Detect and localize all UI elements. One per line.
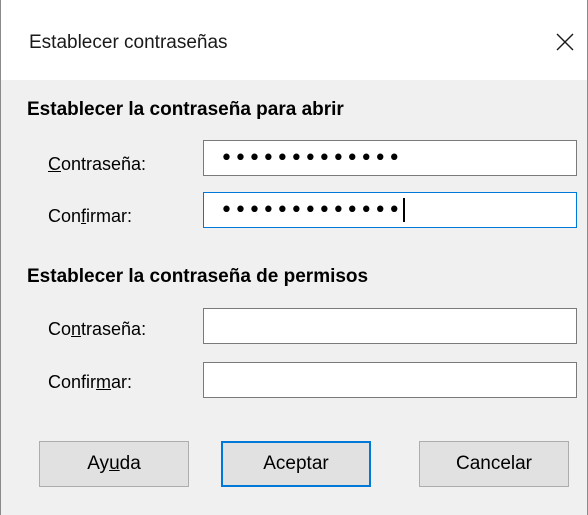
cancel-button-label: Cancelar (455, 453, 533, 474)
set-passwords-dialog: Establecer contraseñas Establecer la con… (0, 0, 588, 515)
cancel-button[interactable]: Cancelar (419, 441, 569, 487)
close-icon (556, 33, 574, 51)
permissions-password-section-title: Establecer la contraseña de permisos (27, 266, 369, 287)
permissions-confirm-input[interactable] (203, 362, 577, 398)
dialog-title: Establecer contraseñas (29, 32, 228, 53)
open-confirm-input[interactable]: ••••••••••••• (203, 192, 577, 228)
permissions-password-input[interactable] (203, 308, 577, 344)
open-password-input[interactable]: ••••••••••••• (203, 140, 577, 176)
open-password-section-title: Establecer la contraseña para abrir (27, 99, 344, 120)
open-confirm-label: Confirmar: (48, 206, 133, 226)
ok-button[interactable]: Aceptar (221, 441, 371, 487)
permissions-password-label: Contraseña: (48, 319, 147, 339)
close-button[interactable] (543, 20, 587, 64)
title-bar: Establecer contraseñas (1, 0, 587, 80)
open-password-value: ••••••••••••• (220, 145, 402, 171)
permissions-confirm-label: Confirmar: (48, 372, 133, 392)
help-button-label: Ayuda (87, 453, 141, 474)
ok-button-label: Aceptar (263, 453, 329, 474)
help-button[interactable]: Ayuda (39, 441, 189, 487)
open-password-label: Contraseña: (48, 154, 147, 174)
text-caret (402, 198, 405, 222)
open-confirm-value: ••••••••••••• (220, 197, 402, 223)
